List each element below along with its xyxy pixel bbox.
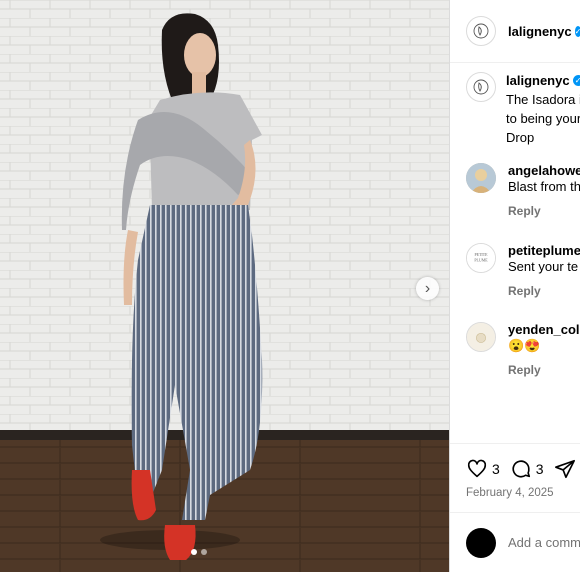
post-photo[interactable]: › xyxy=(0,0,449,572)
brand-logo-icon xyxy=(473,23,489,39)
verified-badge-icon: ✓ xyxy=(574,25,580,37)
caption-line: to being your xyxy=(506,111,580,126)
header-username[interactable]: lalignenyc xyxy=(508,24,572,39)
reply-button[interactable]: Reply xyxy=(508,204,580,218)
comment-username[interactable]: yenden_col xyxy=(508,322,580,337)
current-user-avatar[interactable] xyxy=(466,527,496,558)
bottom-edge xyxy=(0,572,580,580)
carousel-indicator xyxy=(191,549,207,555)
post-side-panel: lalignenyc ✓ lalignenyc✓ The Isadora i t… xyxy=(449,0,580,580)
add-comment-input[interactable] xyxy=(508,535,580,550)
post-header: lalignenyc ✓ xyxy=(450,0,580,63)
brand-logo-icon xyxy=(473,79,489,95)
commenter-avatar[interactable] xyxy=(466,322,496,352)
comment-item: angelahowe Blast from th Reply xyxy=(466,163,580,218)
comment-text: Blast from th xyxy=(508,179,580,194)
petite-plume-logo-icon: PETITE PLUME xyxy=(467,244,495,272)
caption-line: Drop xyxy=(506,130,535,145)
like-button[interactable]: 3 xyxy=(466,458,500,480)
comment-username[interactable]: petiteplume xyxy=(508,243,580,258)
share-button[interactable] xyxy=(554,458,580,480)
photo-avatar-icon xyxy=(466,163,496,193)
comment-count: 3 xyxy=(535,461,544,477)
next-image-button[interactable]: › xyxy=(416,277,439,300)
product-avatar-icon xyxy=(467,323,495,351)
carousel-dot xyxy=(201,549,207,555)
comment-text: Sent your te xyxy=(508,259,579,274)
svg-text:PETITE: PETITE xyxy=(474,253,488,257)
like-count: 3 xyxy=(492,461,500,477)
post-date: February 4, 2025 xyxy=(466,487,554,499)
caption: lalignenyc✓ The Isadora i to being your … xyxy=(466,72,580,147)
svg-text:PLUME: PLUME xyxy=(474,259,488,263)
heart-icon xyxy=(467,459,487,478)
chevron-right-icon: › xyxy=(424,279,431,297)
commenter-avatar[interactable]: PETITE PLUME xyxy=(466,243,496,273)
comment-item: yenden_col 😮😍 Reply xyxy=(466,322,580,377)
comment-item: PETITE PLUME petiteplume Sent your te Re… xyxy=(466,243,580,298)
add-comment-bar xyxy=(450,512,580,572)
caption-avatar[interactable] xyxy=(466,72,496,102)
comment-bubble-icon xyxy=(512,460,530,478)
caption-username[interactable]: lalignenyc xyxy=(506,73,570,88)
post-image-illustration xyxy=(0,0,449,572)
reply-button[interactable]: Reply xyxy=(508,284,580,298)
carousel-dot-active xyxy=(191,549,197,555)
verified-badge-icon: ✓ xyxy=(572,75,580,87)
comment-text: 😮😍 xyxy=(508,338,541,353)
send-icon xyxy=(554,459,575,479)
comment-username[interactable]: angelahowe xyxy=(508,163,580,178)
commenter-avatar[interactable] xyxy=(466,163,496,193)
account-avatar[interactable] xyxy=(466,16,496,46)
caption-line: The Isadora i xyxy=(506,92,580,107)
reply-button[interactable]: Reply xyxy=(508,363,580,377)
comment-button[interactable]: 3 xyxy=(510,458,544,480)
